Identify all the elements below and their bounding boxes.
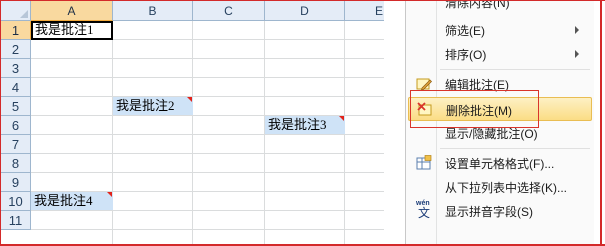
frame-border — [0, 0, 605, 1]
menu-item-format-cells[interactable]: 设置单元格格式(F)... — [408, 152, 592, 174]
menu-item-label: 清除内容(N) — [445, 0, 510, 10]
comment-indicator-icon — [339, 116, 344, 121]
gridline — [112, 21, 113, 245]
column-header-d[interactable]: D — [265, 1, 345, 21]
menu-item-label: 显示拼音字段(S) — [445, 205, 533, 219]
cell-b5[interactable]: 我是批注2 — [113, 97, 193, 115]
phonetic-icon-char: 文 — [418, 206, 431, 220]
gridline — [31, 134, 384, 135]
gridline — [31, 229, 384, 230]
row-header-8[interactable]: 8 — [1, 154, 31, 173]
row-header-3[interactable]: 3 — [1, 59, 31, 78]
row-header-7[interactable]: 7 — [1, 135, 31, 154]
row-header-6[interactable]: 6 — [1, 116, 31, 135]
gridline — [31, 96, 384, 97]
column-header-b[interactable]: B — [113, 1, 193, 21]
gridline — [31, 172, 384, 173]
phonetic-field-icon: wén 文 — [416, 200, 432, 220]
menu-item-clear-contents[interactable]: 清除内容(N) — [408, 0, 592, 13]
gridline — [31, 77, 384, 78]
column-header-e[interactable]: E — [345, 1, 384, 21]
highlight-annotation-box — [410, 90, 539, 128]
row-header-11[interactable]: 11 — [1, 211, 31, 230]
menu-item-label: 设置单元格格式(F)... — [445, 157, 555, 171]
submenu-arrow-icon — [575, 50, 579, 58]
menu-item-pick-from-dropdown[interactable]: 从下拉列表中选择(K)... — [408, 176, 592, 198]
spreadsheet-grid: A B C D E 1 2 3 4 5 6 7 8 9 10 11 我是批注1 … — [1, 1, 384, 245]
comment-indicator-icon — [107, 192, 112, 197]
menu-separator — [440, 69, 590, 70]
cell-d6[interactable]: 我是批注3 — [265, 116, 345, 134]
gridline — [31, 153, 384, 154]
row-header-10[interactable]: 10 — [1, 192, 31, 211]
column-header-a[interactable]: A — [31, 1, 113, 21]
gridline — [31, 210, 384, 211]
menu-item-filter[interactable]: 筛选(E) — [408, 19, 592, 41]
row-header-1[interactable]: 1 — [1, 21, 31, 40]
row-header-2[interactable]: 2 — [1, 40, 31, 59]
gridline — [31, 58, 384, 59]
row-header-9[interactable]: 9 — [1, 173, 31, 192]
menu-item-label: 筛选(E) — [445, 24, 485, 38]
format-cells-icon — [416, 155, 432, 171]
row-header-5[interactable]: 5 — [1, 97, 31, 116]
menu-item-show-phonetic-field[interactable]: wén 文 显示拼音字段(S) — [408, 200, 592, 222]
gridline — [192, 21, 193, 245]
select-all-triangle-icon — [20, 10, 28, 18]
submenu-arrow-icon — [575, 26, 579, 34]
menu-item-label: 从下拉列表中选择(K)... — [445, 181, 567, 195]
cell-a10[interactable]: 我是批注4 — [31, 192, 113, 210]
menu-item-label: 排序(O) — [445, 48, 487, 62]
frame-border — [600, 0, 602, 246]
column-header-c[interactable]: C — [193, 1, 265, 21]
menu-item-sort[interactable]: 排序(O) — [408, 43, 592, 65]
menu-separator — [440, 148, 590, 149]
frame-border — [0, 0, 1, 246]
row-header-4[interactable]: 4 — [1, 78, 31, 97]
cell-a1[interactable]: 我是批注1 — [31, 21, 113, 40]
select-all-corner[interactable] — [1, 1, 31, 21]
comment-indicator-icon — [187, 97, 192, 102]
